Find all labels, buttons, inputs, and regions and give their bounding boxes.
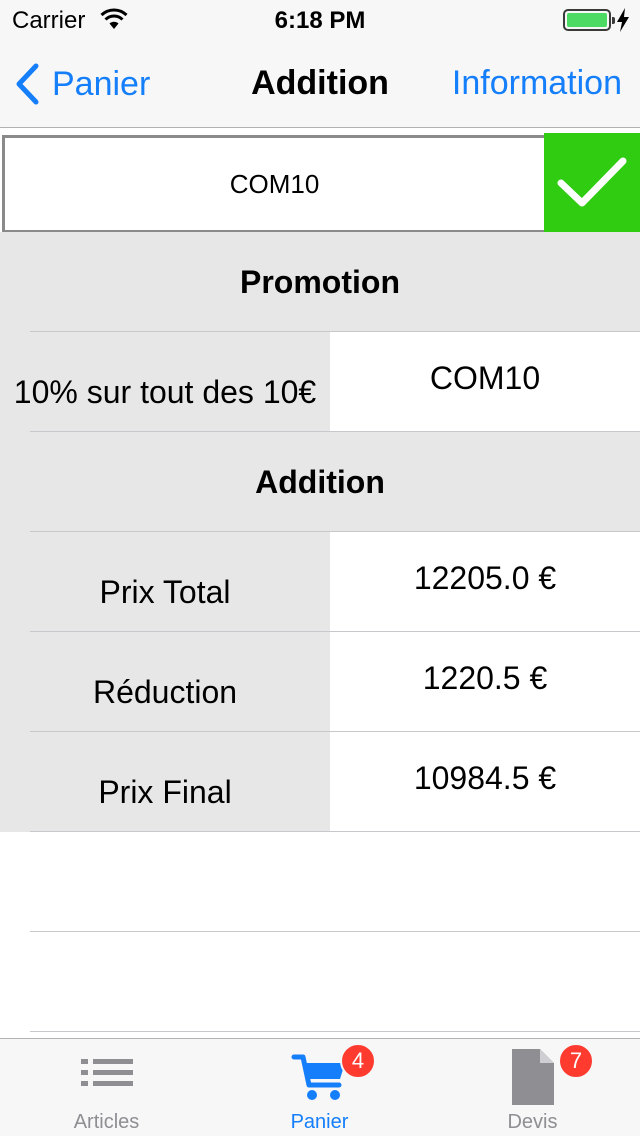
promo-code-input[interactable] [2, 135, 544, 233]
cart-count-badge: 4 [340, 1043, 376, 1079]
table-row: Prix Total 12205.0 € [0, 532, 640, 632]
charging-bolt-icon [617, 8, 629, 32]
divider [30, 1031, 640, 1032]
status-time: 6:18 PM [274, 7, 366, 34]
discount-value: 1220.5 € [330, 632, 640, 732]
tab-panier[interactable]: 4 Panier [213, 1039, 426, 1136]
table-row: Prix Final 10984.5 € [0, 732, 640, 832]
tab-panier-label: Panier [290, 1111, 349, 1133]
navigation-bar: Panier Addition Information [0, 40, 640, 128]
addition-header: Addition [255, 463, 385, 500]
tab-devis[interactable]: 7 Devis [426, 1039, 639, 1136]
tab-articles-label: Articles [73, 1111, 140, 1133]
divider [30, 931, 640, 932]
list-icon [80, 1059, 133, 1086]
discount-label: Réduction [92, 673, 238, 710]
total-price-value: 12205.0 € [330, 532, 640, 632]
confirm-promo-button[interactable] [544, 133, 640, 233]
document-icon [511, 1049, 554, 1105]
final-price-label: Prix Final [98, 773, 232, 810]
table-row: Réduction 1220.5 € [0, 632, 640, 732]
promotion-code-value: COM10 [330, 332, 640, 432]
addition-table: Promotion 10% sur tout des 10€ COM10 Add… [0, 232, 640, 832]
promotion-description: 10% sur tout des 10€ [13, 373, 317, 410]
tab-devis-label: Devis [507, 1111, 558, 1133]
final-price-value: 10984.5 € [330, 732, 640, 832]
status-bar: Carrier 6:18 PM [0, 0, 640, 40]
tab-articles[interactable]: Articles [0, 1039, 213, 1136]
tab-bar: Articles 4 Panier 7 Devis [0, 1038, 640, 1136]
total-price-label: Prix Total [99, 573, 231, 610]
promo-code-row [0, 133, 640, 233]
devis-count-badge: 7 [558, 1043, 594, 1079]
promotion-header: Promotion [240, 263, 400, 300]
checkmark-icon [557, 157, 627, 207]
information-button[interactable]: Information [452, 64, 622, 103]
promotion-row: 10% sur tout des 10€ COM10 [0, 332, 640, 432]
battery-icon [563, 9, 615, 31]
